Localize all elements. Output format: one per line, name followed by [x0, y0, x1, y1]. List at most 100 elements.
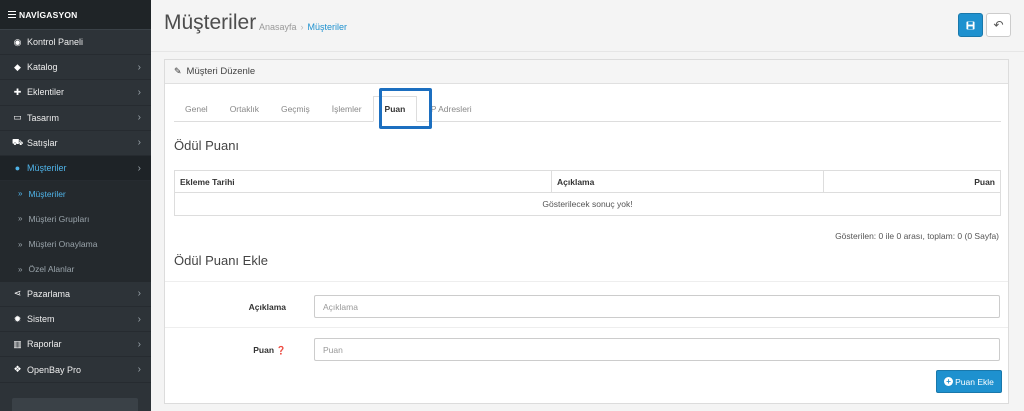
nav-list: ◉ Kontrol Paneli ◆ Katalog › ✚ Eklentiler › ▭ Tas…	[0, 30, 151, 383]
share-icon: ⋖	[13, 288, 22, 299]
sidebar-subitem-label: Özel Alanlar	[28, 264, 75, 275]
user-icon: ●	[14, 163, 21, 174]
sidebar-item-label: Kontrol Paneli	[27, 37, 84, 48]
main-content: Müşteriler Anasayfa › Müşteriler ↶ ✎ Müşte…	[151, 0, 1024, 411]
tag-icon: ◆	[14, 61, 21, 72]
double-chevron-icon: »	[18, 214, 23, 224]
double-chevron-icon: »	[18, 239, 23, 249]
description-row: Açıklama	[174, 295, 1001, 318]
sidebar-item-label: Satışlar	[27, 137, 58, 148]
add-points-label: Puan Ekle	[955, 376, 994, 387]
sidebar-item-label: Raporlar	[27, 339, 62, 350]
save-icon	[966, 20, 975, 30]
sidebar-footer-bar	[12, 398, 138, 411]
menu-bars-icon	[8, 9, 16, 20]
divider	[165, 327, 1008, 328]
back-button[interactable]: ↶	[986, 13, 1011, 37]
plus-circle-icon: +	[944, 377, 954, 386]
cart-icon: ⛟	[11, 136, 24, 147]
chevron-right-icon: ›	[137, 313, 141, 325]
sidebar-item-label: Müşteriler	[27, 163, 67, 174]
tab[interactable]: Genel	[174, 96, 219, 122]
sidebar-item[interactable]: ▭ Tasarım ›	[0, 106, 151, 131]
panel-heading: ✎ Müşteri Düzenle	[165, 60, 1008, 84]
navigation-title: NAVİGASYON	[19, 9, 78, 20]
sidebar-subitem[interactable]: » Müşteri Onaylama	[0, 231, 151, 257]
puzzle-icon: ✚	[13, 86, 22, 97]
chevron-right-icon: ›	[137, 364, 141, 376]
column-header-date[interactable]: Ekleme Tarihi	[174, 170, 552, 193]
reply-icon: ↶	[993, 18, 1004, 32]
description-label: Açıklama	[248, 301, 286, 312]
empty-message: Gösterilecek sonuç yok!	[174, 192, 1001, 216]
edit-customer-panel: ✎ Müşteri Düzenle Genel Ortaklık Geçmiş İşl…	[164, 59, 1009, 404]
page-title: Müşteriler	[164, 11, 257, 34]
sidebar: NAVİGASYON ◉ Kontrol Paneli ◆ Katalog › ✚ Ekle…	[0, 0, 151, 411]
sidebar-item[interactable]: ◉ Kontrol Paneli	[0, 30, 151, 56]
chevron-right-icon: ›	[137, 61, 141, 73]
tab[interactable]: İşlemler	[321, 96, 373, 122]
sidebar-subitem-label: Müşteri Grupları	[28, 213, 90, 224]
chevron-right-icon: ›	[137, 338, 141, 350]
description-input[interactable]	[314, 295, 1000, 318]
bar-chart-icon: ▥	[13, 338, 22, 349]
navigation-header: NAVİGASYON	[0, 0, 151, 30]
dashboard-icon: ◉	[13, 36, 22, 47]
chevron-right-icon: ›	[137, 86, 141, 98]
chevron-right-icon: ›	[137, 112, 141, 124]
tab[interactable]: IP Adresleri	[417, 96, 482, 122]
breadcrumb-separator: ›	[300, 22, 304, 32]
sidebar-subitem[interactable]: » Müşteri Grupları	[0, 206, 151, 232]
sidebar-item[interactable]: ❖ OpenBay Pro ›	[0, 357, 151, 383]
sidebar-subitem-label: Müşteri Onaylama	[28, 239, 98, 250]
tab[interactable]: Ortaklık	[219, 96, 270, 122]
pencil-icon: ✎	[174, 66, 182, 76]
save-button[interactable]	[958, 13, 983, 37]
table-row: Gösterilecek sonuç yok!	[174, 192, 1001, 216]
sidebar-subitem[interactable]: » Özel Alanlar	[0, 256, 151, 282]
sidebar-item-label: Pazarlama	[27, 288, 71, 299]
sidebar-item[interactable]: ▥ Raporlar ›	[0, 332, 151, 358]
breadcrumb: Anasayfa › Müşteriler	[259, 22, 347, 32]
column-header-points[interactable]: Puan	[823, 170, 1001, 193]
double-chevron-icon: »	[18, 264, 23, 274]
sidebar-item[interactable]: ⋖ Pazarlama ›	[0, 282, 151, 308]
divider	[165, 281, 1008, 282]
column-header-description[interactable]: Açıklama	[551, 170, 824, 193]
help-icon[interactable]: ❓	[276, 346, 286, 355]
cog-icon: ✹	[13, 313, 22, 324]
sidebar-item-label: OpenBay Pro	[27, 364, 82, 375]
cubes-icon: ❖	[13, 364, 22, 375]
sidebar-item[interactable]: ✚ Eklentiler ›	[0, 80, 151, 106]
tab-bar: Genel Ortaklık Geçmiş İşlemler Puan IP Adresl…	[174, 96, 1001, 122]
panel-title: Müşteri Düzenle	[186, 66, 256, 77]
sidebar-item-label: Katalog	[27, 62, 58, 73]
desktop-icon: ▭	[13, 112, 22, 123]
add-reward-title: Ödül Puanı Ekle	[174, 253, 268, 268]
points-label: Puan ❓	[253, 344, 286, 355]
table-header-row: Ekleme Tarihi Açıklama Puan	[174, 170, 1001, 193]
sidebar-subitem-label: Müşteriler	[28, 188, 66, 199]
points-input[interactable]	[314, 338, 1000, 361]
tab[interactable]: Geçmiş	[270, 96, 321, 122]
sidebar-item[interactable]: ⛟ Satışlar ›	[0, 131, 151, 156]
sidebar-item-label: Tasarım	[27, 112, 60, 123]
points-row: Puan ❓	[174, 338, 1001, 361]
chevron-down-icon: ›	[137, 162, 141, 174]
sidebar-item[interactable]: ◆ Katalog ›	[0, 55, 151, 81]
sidebar-subitem[interactable]: » Müşteriler	[0, 181, 151, 207]
pagination-summary: Gösterilen: 0 ile 0 arası, toplam: 0 (0 …	[835, 231, 999, 241]
sidebar-item-label: Eklentiler	[27, 87, 65, 98]
page-header: Müşteriler Anasayfa › Müşteriler ↶	[151, 0, 1024, 52]
double-chevron-icon: »	[18, 189, 23, 199]
sidebar-item[interactable]: ● Müşteriler ›	[0, 155, 151, 182]
breadcrumb-current[interactable]: Müşteriler	[308, 22, 348, 32]
reward-section-title: Ödül Puanı	[174, 138, 240, 153]
sidebar-item-label: Sistem	[27, 314, 55, 325]
reward-table: Ekleme Tarihi Açıklama Puan Gösterilecek…	[174, 170, 1001, 216]
chevron-right-icon: ›	[137, 288, 141, 300]
tab[interactable]: Puan	[372, 96, 418, 122]
add-points-button[interactable]: + Puan Ekle	[936, 370, 1002, 393]
sidebar-item[interactable]: ✹ Sistem ›	[0, 307, 151, 333]
breadcrumb-home[interactable]: Anasayfa	[259, 22, 297, 32]
